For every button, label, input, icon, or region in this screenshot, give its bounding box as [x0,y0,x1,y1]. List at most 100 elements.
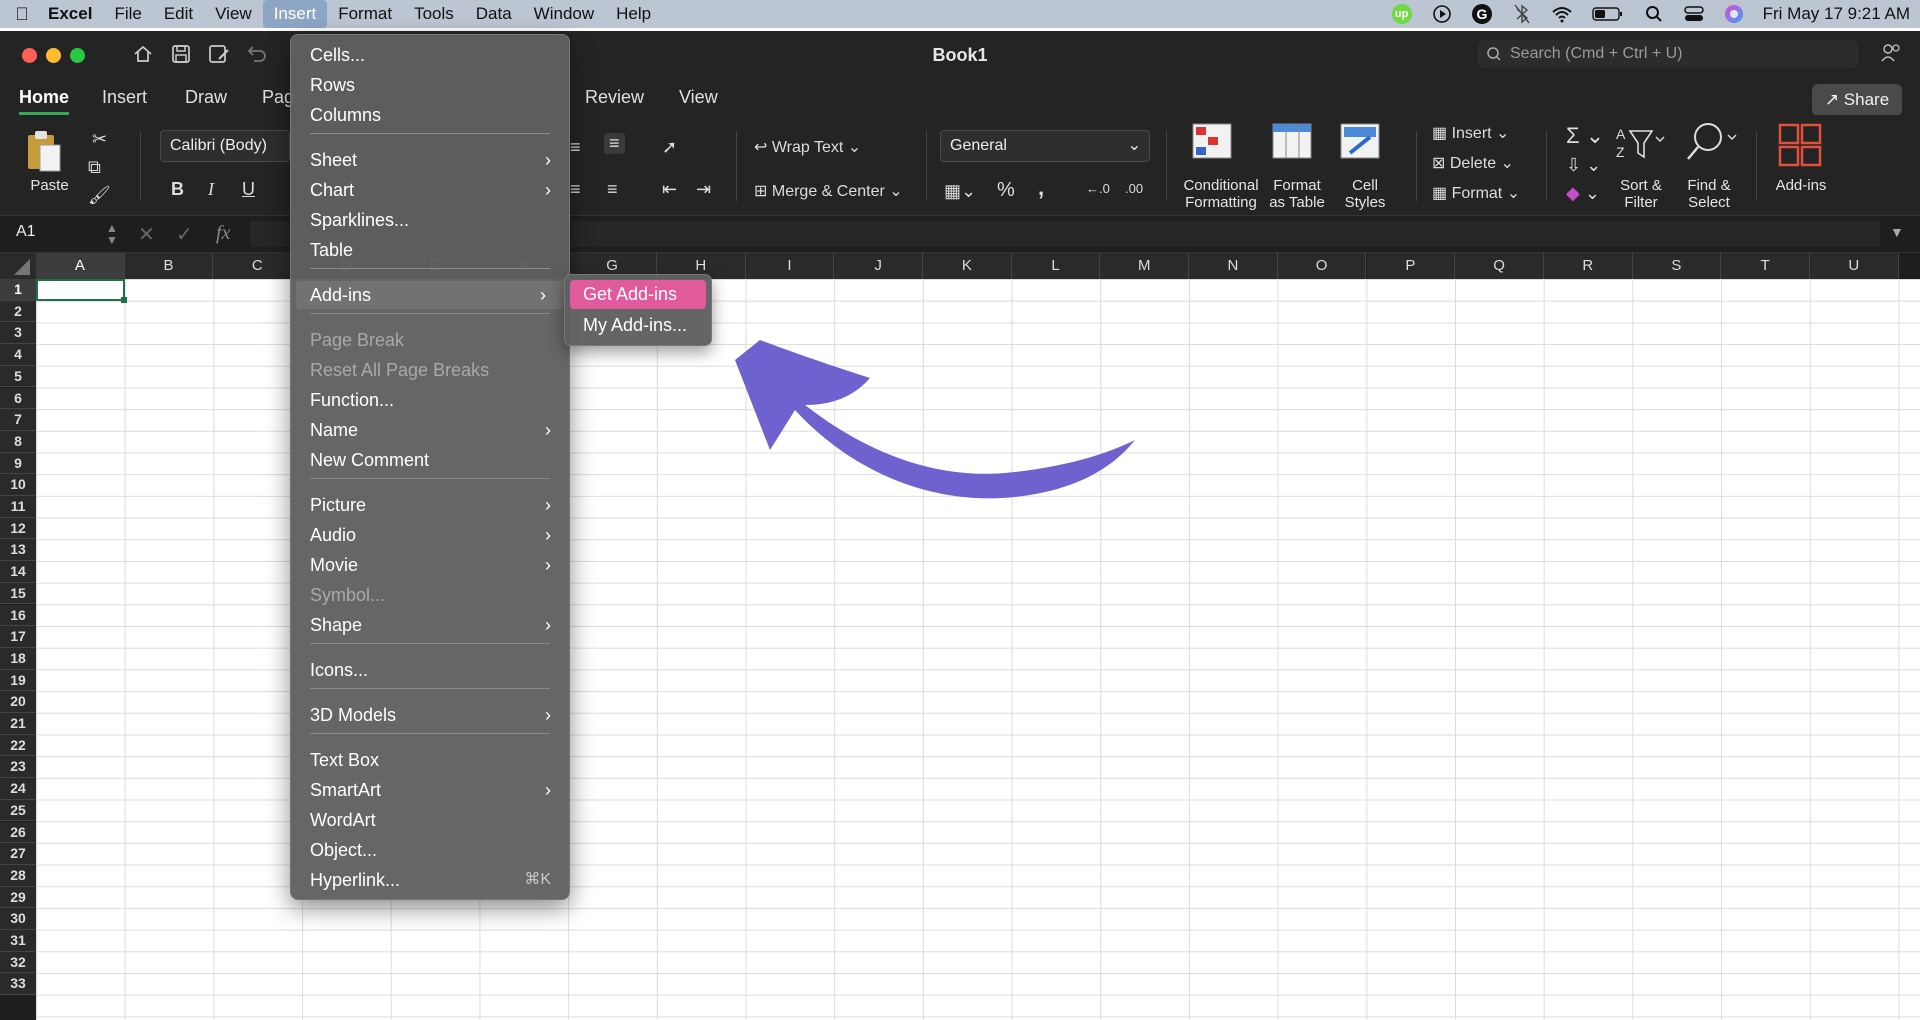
align-right-icon[interactable]: ≡ [607,179,618,200]
row-header-7[interactable]: 7 [0,409,36,431]
row-header-15[interactable]: 15 [0,582,36,605]
menu-app-excel[interactable]: Excel [44,0,103,28]
row-header-26[interactable]: 26 [0,821,36,844]
menu-item-table[interactable]: Table [291,236,569,264]
row-header-28[interactable]: 28 [0,864,36,887]
menu-view[interactable]: View [204,0,263,28]
insert-cells-button[interactable]: ▦ Insert ⌄ [1432,123,1509,143]
siri-icon[interactable] [1723,5,1745,23]
row-header-30[interactable]: 30 [0,908,36,930]
row-header-22[interactable]: 22 [0,734,36,757]
row-header-2[interactable]: 2 [0,300,36,323]
row-header-12[interactable]: 12 [0,517,36,540]
merge-center-button[interactable]: ⊞ Merge & Center ⌄ [754,181,903,201]
find-select-icon[interactable] [1684,121,1740,170]
menu-item-sparklines[interactable]: Sparklines... [291,206,569,234]
menu-item-add-ins[interactable]: Add-ins › [296,281,564,309]
paste-icon[interactable] [24,129,64,178]
wifi-icon[interactable] [1551,5,1573,23]
menu-help[interactable]: Help [605,0,662,28]
battery-icon[interactable] [1591,5,1625,23]
row-header-21[interactable]: 21 [0,713,36,735]
align-top-icon[interactable]: ≡ [570,137,581,158]
italic-button[interactable]: I [208,179,214,200]
tab-view[interactable]: View [679,87,718,108]
cut-icon[interactable]: ✂ [92,129,107,150]
format-painter-icon[interactable]: 🖌 [88,185,111,206]
row-header-8[interactable]: 8 [0,430,36,453]
format-as-table-label[interactable]: Format as Table [1262,177,1332,211]
row-header-25[interactable]: 25 [0,799,36,822]
copy-icon[interactable]: ⧉ [88,157,101,178]
menu-file[interactable]: File [103,0,152,28]
decrease-indent-icon[interactable]: ⇤ [662,179,677,200]
underline-button[interactable]: U [242,179,255,200]
upwork-icon[interactable]: up [1391,4,1413,24]
wrap-text-button[interactable]: ↩ Wrap Text ⌄ [754,137,861,157]
row-header-33[interactable]: 33 [0,973,36,996]
menu-item-picture[interactable]: Picture › [291,491,569,519]
add-ins-icon[interactable] [1778,123,1822,172]
menu-window[interactable]: Window [523,0,605,28]
number-format-select[interactable]: General ⌄ [940,130,1150,162]
row-header-13[interactable]: 13 [0,539,36,562]
column-header-l[interactable]: L [1011,253,1101,279]
column-header-i[interactable]: I [745,253,835,279]
row-header-4[interactable]: 4 [0,344,36,366]
menu-data[interactable]: Data [465,0,523,28]
column-header-r[interactable]: R [1543,253,1633,279]
row-header-5[interactable]: 5 [0,365,36,388]
menu-item-wordart[interactable]: WordArt [291,806,569,834]
menu-item-hyperlink[interactable]: Hyperlink... ⌘K [291,866,569,894]
menu-item-audio[interactable]: Audio › [291,521,569,549]
align-center-icon[interactable]: ≡ [570,179,581,200]
play-icon[interactable] [1431,5,1453,23]
menu-item-3d-models[interactable]: 3D Models › [291,701,569,729]
name-box-stepper[interactable]: ▲ ▼ [106,222,118,246]
conditional-formatting-icon[interactable] [1192,123,1232,164]
increase-decimal-icon[interactable]: ←.0 [1086,181,1110,196]
active-cell[interactable] [36,279,127,303]
share-button[interactable]: ↗ Share [1812,84,1902,116]
menu-item-chart[interactable]: Chart › [291,176,569,204]
column-header-k[interactable]: K [923,253,1012,279]
column-header-c[interactable]: C [213,253,303,279]
increase-indent-icon[interactable]: ⇥ [696,179,711,200]
select-all-corner[interactable] [0,253,36,279]
row-header-16[interactable]: 16 [0,604,36,627]
column-header-j[interactable]: J [834,253,923,279]
row-header-27[interactable]: 27 [0,843,36,865]
menu-item-object[interactable]: Object... [291,836,569,864]
add-ins-label[interactable]: Add-ins [1770,177,1832,194]
column-header-p[interactable]: P [1366,253,1456,279]
column-header-s[interactable]: S [1632,253,1722,279]
clear-icon[interactable]: ◆ ⌄ [1566,183,1600,204]
menu-item-rows[interactable]: Rows [291,71,569,99]
tab-review[interactable]: Review [585,87,644,108]
row-header-29[interactable]: 29 [0,886,36,909]
percent-button[interactable]: % [997,179,1015,202]
find-select-label[interactable]: Find & Select [1680,177,1738,211]
tab-draw[interactable]: Draw [185,87,227,108]
apple-icon[interactable]:  [0,4,44,25]
function-icon[interactable]: fx [216,222,230,245]
row-header-23[interactable]: 23 [0,756,36,779]
column-header-u[interactable]: U [1810,253,1899,279]
delete-cells-button[interactable]: ⊠ Delete ⌄ [1432,153,1514,173]
menu-edit[interactable]: Edit [153,0,204,28]
get-add-ins-item[interactable]: Get Add-ins [570,280,706,309]
row-header-14[interactable]: 14 [0,561,36,583]
format-cells-button[interactable]: ▦ Format ⌄ [1432,183,1520,203]
comma-button[interactable]: , [1038,175,1044,201]
tab-home[interactable]: Home [19,87,70,115]
orientation-icon[interactable]: ➚ [662,137,677,158]
row-header-11[interactable]: 11 [0,496,36,518]
row-header-9[interactable]: 9 [0,452,36,475]
menu-item-function[interactable]: Function... [291,386,569,414]
accounting-format-icon[interactable]: ▦⌄ [944,181,976,202]
column-header-o[interactable]: O [1277,253,1367,279]
bluetooth-icon[interactable] [1511,4,1533,24]
my-add-ins-item[interactable]: My Add-ins... [570,311,706,340]
search-icon[interactable] [1643,5,1665,23]
menu-insert[interactable]: Insert [262,0,328,28]
